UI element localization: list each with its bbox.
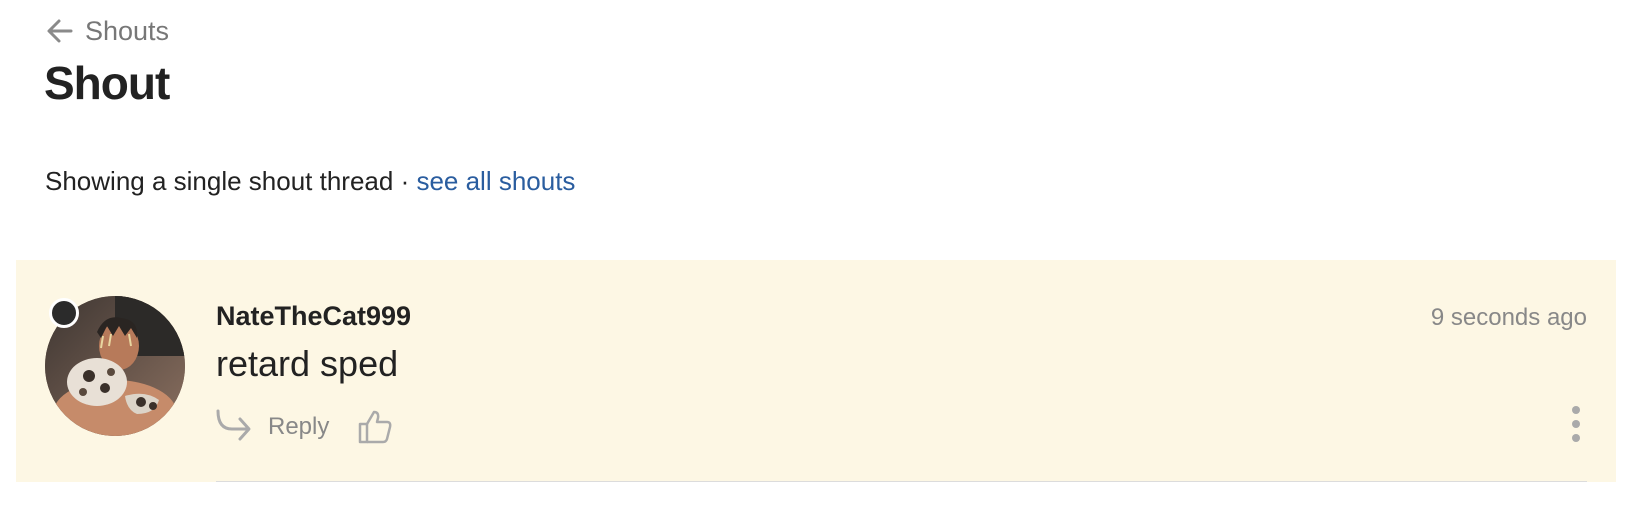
page: Shouts Shout Showing a single shout thre… — [0, 0, 1626, 510]
thumbs-up-icon — [359, 410, 392, 444]
shout-message: retard sped — [216, 343, 399, 384]
page-title: Shout — [44, 57, 170, 109]
shout-actions: Reply — [214, 406, 393, 448]
back-to-shouts-link[interactable]: Shouts — [45, 14, 169, 48]
shout-username[interactable]: NateTheCat999 — [216, 300, 411, 332]
subtitle-text: Showing a single shout thread · — [45, 166, 417, 196]
reply-button[interactable]: Reply — [214, 407, 329, 447]
reply-button-label: Reply — [268, 413, 330, 440]
vertical-ellipsis-icon — [1572, 406, 1580, 442]
card-divider — [216, 481, 1587, 482]
back-link-label: Shouts — [85, 15, 170, 46]
more-options-button[interactable] — [1566, 404, 1586, 444]
reply-arrow-icon — [216, 409, 251, 441]
arrow-left-icon — [47, 19, 73, 43]
shout-timestamp[interactable]: 9 seconds ago — [1431, 304, 1587, 333]
presence-status-dot — [49, 298, 79, 328]
see-all-shouts-link[interactable]: see all shouts — [416, 166, 575, 196]
like-button[interactable] — [357, 409, 393, 445]
shout-card: NateTheCat999 9 seconds ago retard sped … — [16, 260, 1616, 482]
thread-subtitle: Showing a single shout thread · see all … — [45, 166, 575, 197]
